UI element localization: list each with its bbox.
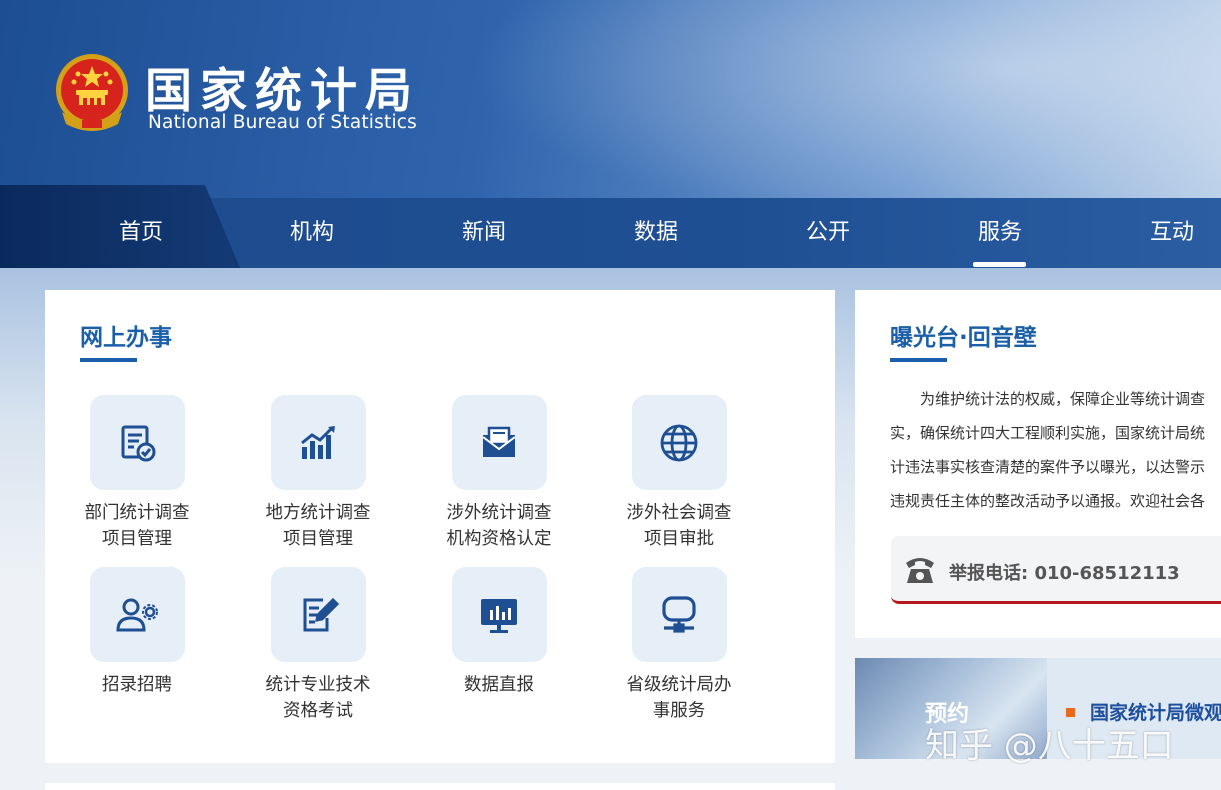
exposure-title[interactable]: 曝光台·回音壁 <box>890 318 1037 352</box>
next-panel-edge <box>45 783 835 790</box>
hotline-text: 举报电话: 010-68512113 <box>949 563 1180 584</box>
title-underline <box>890 358 947 362</box>
service-icon-tile <box>270 567 366 662</box>
online-services-panel: 网上办事 部门统计调查 项目管理 地方统计调查 项目管理 涉外统计调查 机构资格… <box>45 290 835 763</box>
exposure-paragraph: 为维护统计法的权威，保障企业等统计调查 实，确保统计四大工程顺利实施，国家统计局… <box>890 382 1221 518</box>
service-icon-tile <box>451 395 547 490</box>
report-hotline-box[interactable]: 举报电话: 010-68512113 <box>891 536 1221 604</box>
edit-document-icon <box>303 597 339 631</box>
service-label: 涉外统计调查 机构资格认定 <box>446 503 552 549</box>
title-underline <box>80 358 137 362</box>
watermark: 知乎 @八十五口 <box>925 726 1174 766</box>
service-label: 统计专业技术 资格考试 <box>265 675 371 721</box>
user-gear-icon <box>116 598 158 631</box>
service-icon-tile <box>89 567 185 662</box>
monitor-chart-icon <box>481 598 517 633</box>
national-emblem-icon <box>56 54 128 131</box>
service-label: 招录招聘 <box>102 675 172 695</box>
document-check-icon <box>121 425 156 461</box>
terminal-icon <box>662 595 696 633</box>
bar-chart-trend-icon <box>301 425 335 459</box>
bullet-icon <box>1066 708 1075 717</box>
nav-item-interaction[interactable]: 互动 <box>1112 198 1221 268</box>
nav-item-services[interactable]: 服务 <box>940 198 1060 268</box>
service-provincial-bureau[interactable]: 省级统计局办 事服务 <box>589 567 769 724</box>
nav-item-news[interactable]: 新闻 <box>424 198 544 268</box>
service-foreign-survey-qualification[interactable]: 涉外统计调查 机构资格认定 <box>409 395 589 552</box>
service-icon-tile <box>631 395 727 490</box>
exposure-panel: 曝光台·回音壁 为维护统计法的权威，保障企业等统计调查 实，确保统计四大工程顺利… <box>855 290 1221 638</box>
service-local-survey[interactable]: 地方统计调查 项目管理 <box>228 395 408 552</box>
online-services-title: 网上办事 <box>80 325 172 351</box>
service-icon-tile <box>270 395 366 490</box>
service-label: 数据直报 <box>464 675 534 695</box>
telephone-icon <box>906 558 934 583</box>
nav-active-indicator <box>973 262 1026 267</box>
service-direct-data-report[interactable]: 数据直报 <box>409 567 589 698</box>
service-dept-survey[interactable]: 部门统计调查 项目管理 <box>47 395 227 552</box>
nav-item-home[interactable]: 首页 <box>81 198 201 268</box>
service-icon-tile <box>451 567 547 662</box>
service-professional-exam[interactable]: 统计专业技术 资格考试 <box>228 567 408 724</box>
service-foreign-social-survey[interactable]: 涉外社会调查 项目审批 <box>589 395 769 552</box>
service-recruitment[interactable]: 招录招聘 <box>47 567 227 698</box>
service-icon-tile <box>89 395 185 490</box>
paragraph-line: 为维护统计法的权威，保障企业等统计调查 <box>920 390 1206 408</box>
nav-item-organization[interactable]: 机构 <box>252 198 372 268</box>
service-label: 部门统计调查 项目管理 <box>84 503 190 549</box>
paragraph-line: 计违法事实核查清楚的案件予以曝光，以达警示 <box>890 458 1206 476</box>
service-label: 地方统计调查 项目管理 <box>265 503 371 549</box>
service-icon-tile <box>631 567 727 662</box>
service-label: 涉外社会调查 项目审批 <box>626 503 732 549</box>
site-title[interactable]: 国家统计局 <box>145 52 420 121</box>
paragraph-line: 实，确保统计四大工程顺利实施，国家统计局统 <box>890 424 1206 442</box>
paragraph-line: 违规责任主体的整改活动予以通报。欢迎社会各 <box>890 492 1206 510</box>
envelope-icon <box>482 426 516 457</box>
globe-icon <box>660 424 698 461</box>
service-label: 省级统计局办 事服务 <box>626 675 732 721</box>
site-subtitle: National Bureau of Statistics <box>148 112 417 133</box>
nav-item-data[interactable]: 数据 <box>596 198 716 268</box>
nav-item-public[interactable]: 公开 <box>768 198 888 268</box>
